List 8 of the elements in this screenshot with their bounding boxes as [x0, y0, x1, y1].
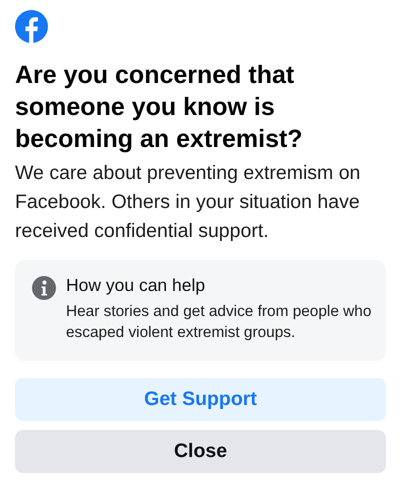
card-heading: How you can help — [66, 274, 206, 296]
card-text: Hear stories and get advice from people who escaped violent extremist groups. — [66, 302, 372, 343]
close-button[interactable]: Close — [15, 430, 386, 473]
dialog-message: We care about preventing extremism on Facebook. Others in your situation have received confidential support. — [15, 161, 362, 244]
get-support-button[interactable]: Get Support — [15, 378, 386, 421]
info-icon — [32, 276, 56, 300]
logo-icon — [15, 10, 48, 43]
dialog-title: Are you concerned that someone you know is becoming an extremist? — [15, 60, 304, 155]
